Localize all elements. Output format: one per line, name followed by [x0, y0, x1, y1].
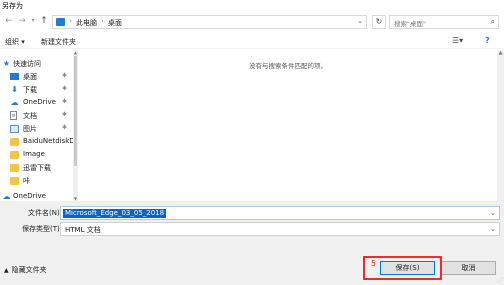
sidebar-item-image[interactable]: Image — [0, 149, 72, 161]
sidebar-item-baidunetdisk[interactable]: BaiduNetdiskD — [0, 136, 75, 148]
help-icon[interactable]: ? — [485, 36, 490, 45]
sidebar-item-label: 图片 — [23, 125, 37, 133]
navigation-bar: ← → ▾ ↑ › 此电脑 › 桌面 ⌄ ↻ 搜索"桌面" ⌕ — [0, 12, 504, 32]
sidebar-scrollbar[interactable]: ▲ ▼ — [73, 50, 78, 201]
chevron-up-icon: ▲ — [4, 267, 9, 274]
pin-icon: ✱ — [62, 124, 68, 131]
resize-grip-icon[interactable]: ⋰ — [497, 277, 503, 284]
breadcrumb-this-pc[interactable]: 此电脑 — [76, 18, 97, 28]
up-icon[interactable]: ↑ — [38, 15, 50, 27]
sidebar-item-quick-access[interactable]: ★ 快速访问 — [0, 58, 72, 70]
command-toolbar: 组织 ▾ 新建文件夹 ☰▾ ? — [0, 33, 504, 49]
chevron-down-icon[interactable]: ⌄ — [357, 17, 363, 25]
sidebar-item-label: 快速访问 — [13, 60, 41, 68]
address-bar[interactable]: › 此电脑 › 桌面 ⌄ — [52, 15, 367, 29]
title-bar: 另存为 — [0, 0, 504, 12]
sidebar-item-ka[interactable]: 咔 — [0, 175, 72, 187]
this-pc-icon — [56, 18, 65, 26]
pin-icon: ✱ — [62, 72, 68, 79]
search-input[interactable]: 搜索"桌面" ⌕ — [389, 15, 499, 29]
folder-icon — [10, 177, 19, 185]
folder-icon — [10, 151, 19, 159]
filename-field[interactable]: Microsoft_Edge_03_05_2018 ⌄ — [60, 206, 500, 220]
organize-menu[interactable]: 组织 ▾ — [5, 37, 25, 47]
breadcrumb-separator: › — [69, 17, 72, 25]
cloud-icon: ☁ — [2, 192, 11, 201]
search-placeholder: 搜索"桌面" — [394, 20, 426, 28]
picture-icon — [10, 125, 19, 133]
star-icon: ★ — [2, 59, 11, 68]
sidebar-item-label: Image — [23, 150, 45, 158]
empty-message: 没有与搜索条件匹配的项。 — [249, 62, 327, 70]
sidebar-item-label: 迅雷下载 — [23, 164, 51, 172]
sidebar-item-label: BaiduNetdiskD — [23, 137, 75, 145]
pin-icon: ✱ — [62, 85, 68, 92]
annotation-step-number: 5 — [371, 259, 377, 268]
sidebar-item-downloads[interactable]: ⬇ 下载 ✱ — [0, 84, 72, 96]
hide-folders-label: 隐藏文件夹 — [11, 266, 47, 274]
back-icon[interactable]: ← — [3, 15, 15, 27]
filename-label: 文件名(N): — [28, 209, 63, 217]
chevron-down-icon[interactable]: ⌄ — [490, 209, 496, 217]
breadcrumb-separator: › — [101, 17, 104, 25]
filetype-value: HTML 文档 — [65, 226, 101, 234]
filetype-select[interactable]: HTML 文档 ⌄ — [60, 222, 500, 236]
chevron-down-icon[interactable]: ⌄ — [490, 225, 496, 233]
desktop-icon — [10, 73, 19, 80]
sidebar-item-xunlei[interactable]: 迅雷下载 — [0, 162, 72, 174]
navigation-pane: ★ 快速访问 桌面 ✱ ⬇ 下载 ✱ ☁ OneDrive ✱ ≡ 文档 ✱ 图… — [0, 50, 78, 201]
window-title: 另存为 — [2, 2, 23, 10]
content-scrollbar[interactable]: ▲ — [497, 50, 504, 201]
file-list-pane[interactable]: 没有与搜索条件匹配的项。 — [80, 50, 496, 201]
scrollbar-thumb[interactable] — [74, 56, 77, 166]
cancel-button[interactable]: 取消 — [441, 261, 496, 275]
folder-icon — [10, 138, 19, 146]
sidebar-item-desktop[interactable]: 桌面 ✱ — [0, 71, 72, 83]
new-folder-button[interactable]: 新建文件夹 — [41, 37, 76, 47]
sidebar-item-onedrive[interactable]: ☁ OneDrive ✱ — [0, 97, 72, 109]
sidebar-item-label: OneDrive — [23, 98, 56, 106]
scroll-up-icon[interactable]: ▲ — [73, 50, 78, 55]
cloud-icon: ☁ — [10, 98, 19, 107]
refresh-icon[interactable]: ↻ — [372, 15, 386, 29]
document-icon: ≡ — [10, 111, 17, 120]
filename-value[interactable]: Microsoft_Edge_03_05_2018 — [63, 209, 167, 218]
download-icon: ⬇ — [11, 85, 18, 94]
sidebar-item-label: 桌面 — [23, 73, 37, 81]
search-icon: ⌕ — [490, 17, 495, 26]
pin-icon: ✱ — [62, 111, 68, 118]
hide-folders-toggle[interactable]: ▲ 隐藏文件夹 — [4, 265, 47, 275]
sidebar-item-documents[interactable]: ≡ 文档 ✱ — [0, 110, 72, 122]
folder-icon — [10, 164, 19, 172]
sidebar-item-label: 下载 — [23, 86, 37, 94]
sidebar-item-label: 文档 — [23, 112, 37, 120]
scroll-up-icon[interactable]: ▲ — [497, 50, 504, 56]
sidebar-item-label: OneDrive — [13, 192, 46, 200]
breadcrumb-desktop[interactable]: 桌面 — [108, 18, 122, 28]
pin-icon: ✱ — [62, 98, 68, 105]
filetype-label: 保存类型(T): — [22, 225, 63, 233]
sidebar-item-label: 咔 — [23, 177, 30, 185]
view-options-icon[interactable]: ☰▾ — [452, 36, 463, 45]
sidebar-item-pictures[interactable]: 图片 ✱ — [0, 123, 72, 135]
